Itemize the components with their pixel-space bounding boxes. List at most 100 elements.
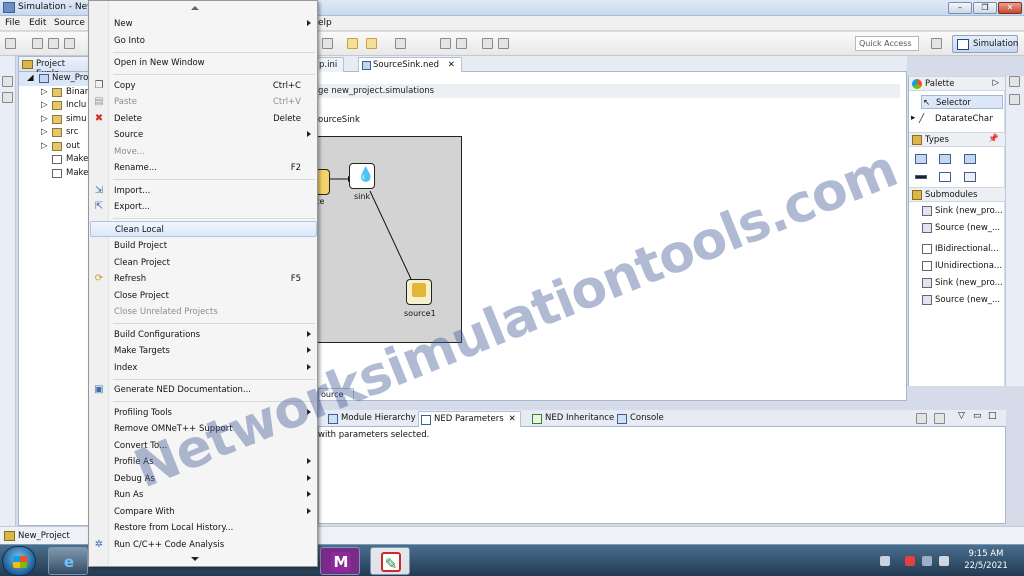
tab-ned-inheritance[interactable]: NED Inheritance [530, 411, 618, 427]
menu-item-import[interactable]: ⇲ Import... [90, 183, 317, 199]
nav-back-icon[interactable] [440, 38, 451, 49]
palette-submodule[interactable]: Source (new_... [921, 293, 1003, 307]
menu-item-restore-history[interactable]: Restore from Local History... [90, 520, 317, 536]
close-tab-icon[interactable]: ✕ [509, 414, 516, 424]
tree-item[interactable]: ▷ out [19, 140, 89, 154]
maximize-button[interactable]: ❐ [973, 2, 997, 14]
pin-icon[interactable] [482, 38, 493, 49]
compound-module-type-icon[interactable] [939, 154, 951, 164]
quick-access-input[interactable]: Quick Access [855, 36, 919, 51]
ned-canvas[interactable]: rce 💧 sink source1 [312, 136, 462, 343]
source-tab[interactable]: ource [318, 388, 354, 401]
menu-item-clean-project[interactable]: Clean Project [90, 255, 317, 271]
start-button[interactable] [2, 546, 36, 576]
tree-item[interactable]: Make [19, 167, 89, 181]
menu-item-clean-local[interactable]: Clean Local [90, 221, 317, 237]
menu-item-move[interactable]: Move... [90, 144, 317, 160]
restore-icon[interactable] [1009, 76, 1020, 87]
open-perspective-icon[interactable] [931, 38, 942, 49]
new-icon[interactable] [5, 38, 16, 49]
menu-item-profiling-tools[interactable]: Profiling Tools [90, 405, 317, 421]
tree-item[interactable]: ▷ Binar [19, 86, 89, 100]
pin-view-icon[interactable] [916, 413, 927, 424]
menu-item-debug-as[interactable]: Debug As [90, 471, 317, 487]
menu-item-index[interactable]: Index [90, 360, 317, 376]
save-icon[interactable] [32, 38, 43, 49]
print-icon[interactable] [64, 38, 75, 49]
pin-icon[interactable]: 📌 [988, 134, 999, 144]
tree-item[interactable]: ▷ simu [19, 113, 89, 127]
interface-type-icon[interactable] [939, 172, 951, 182]
menu-item-generate-ned-doc[interactable]: ▣ Generate NED Documentation... [90, 382, 317, 398]
tab-ned-parameters[interactable]: NED Parameters ✕ [418, 411, 521, 427]
go-to-icon[interactable] [934, 413, 945, 424]
tray-arrow-icon[interactable] [880, 556, 890, 566]
tree-item-project[interactable]: ◢ New_Pro [19, 72, 89, 86]
network-type-icon[interactable] [964, 154, 976, 164]
simple-module-type-icon[interactable] [915, 154, 927, 164]
tray-flag-icon[interactable] [922, 556, 932, 566]
taskbar-paint[interactable]: ✎ [370, 547, 410, 575]
project-explorer-tab[interactable]: Project Explo [19, 57, 89, 79]
menu-item-source[interactable]: Source [90, 127, 317, 143]
taskbar-app-m[interactable]: M [320, 547, 360, 575]
palette-header[interactable]: Palette ▷ [909, 76, 1005, 91]
palette-selector[interactable]: ↖ Selector [921, 95, 1003, 109]
menu-item-run-as[interactable]: Run As [90, 487, 317, 503]
palette-submodule[interactable]: IUnidirectiona... [921, 259, 1003, 273]
palette-submodule[interactable]: IBidirectional... [921, 242, 1003, 256]
minimize-view-icon[interactable]: ▭ [973, 411, 982, 421]
tree-item[interactable]: ▷ Inclu [19, 99, 89, 113]
tray-network-icon[interactable] [905, 556, 915, 566]
close-button[interactable]: ✕ [998, 2, 1022, 14]
menu-item-open-new-window[interactable]: Open in New Window [90, 55, 317, 71]
menu-item-new[interactable]: New [90, 16, 317, 32]
menu-item-paste[interactable]: ▤ Paste Ctrl+V [90, 94, 317, 110]
maximize-view-icon[interactable]: □ [988, 411, 997, 421]
palette-submodule[interactable]: Source (new_... [921, 221, 1003, 235]
save-all-icon[interactable] [48, 38, 59, 49]
menu-item-compare-with[interactable]: Compare With [90, 504, 317, 520]
outline-icon[interactable] [2, 92, 13, 103]
palette-submodule[interactable]: Sink (new_pro... [921, 204, 1003, 218]
view-menu-icon[interactable]: ▽ [958, 411, 965, 421]
menu-item-delete[interactable]: ✖ Delete Delete [90, 111, 317, 127]
menu-edit[interactable]: Edit [29, 18, 46, 28]
menu-item-build-configurations[interactable]: Build Configurations [90, 327, 317, 343]
menu-item-convert-to[interactable]: Convert To... [90, 438, 317, 454]
tree-item[interactable]: Make [19, 153, 89, 167]
simulation-perspective-button[interactable]: Simulation [952, 35, 1018, 53]
menu-item-rename[interactable]: Rename... F2 [90, 160, 317, 176]
close-tab-icon[interactable]: ✕ [448, 60, 455, 70]
submodules-header[interactable]: Submodules [909, 187, 1005, 202]
menu-item-build-project[interactable]: Build Project [90, 238, 317, 254]
prev-edit-icon[interactable] [366, 38, 377, 49]
minimize-button[interactable]: – [948, 2, 972, 14]
sink-module[interactable]: 💧 [349, 163, 375, 189]
run-icon[interactable] [322, 38, 333, 49]
tree-item[interactable]: ▷ src [19, 126, 89, 140]
palette-expand-icon[interactable]: ▷ [992, 78, 999, 88]
palette-connection[interactable]: ▸ ╱ DatarateChan... [911, 112, 993, 126]
menu-file[interactable]: File [5, 18, 20, 28]
tray-volume-icon[interactable] [939, 556, 949, 566]
menu-help[interactable]: elp [318, 18, 332, 28]
nav-forward-icon[interactable] [456, 38, 467, 49]
tab-console[interactable]: Console [615, 411, 668, 427]
menu-item-go-into[interactable]: Go Into [90, 33, 317, 49]
menu-item-close-unrelated[interactable]: Close Unrelated Projects [90, 304, 317, 320]
menu-item-refresh[interactable]: ⟳ Refresh F5 [90, 271, 317, 287]
view-icon[interactable] [1009, 94, 1020, 105]
menu-item-profile-as[interactable]: Profile As [90, 454, 317, 470]
forward-icon[interactable] [395, 38, 406, 49]
menu-item-remove-omnet-support[interactable]: Remove OMNeT++ Support [90, 421, 317, 437]
menu-item-make-targets[interactable]: Make Targets [90, 343, 317, 359]
channel-interface-type-icon[interactable] [964, 172, 976, 182]
menu-item-export[interactable]: ⇱ Export... [90, 199, 317, 215]
taskbar-ie[interactable]: e [48, 547, 88, 575]
tab-module-hierarchy[interactable]: Module Hierarchy [326, 411, 420, 427]
tool-icon[interactable] [498, 38, 509, 49]
scroll-up-icon[interactable] [191, 6, 199, 10]
clock[interactable]: 9:15 AM 22/5/2021 [958, 548, 1014, 572]
scroll-down-icon[interactable] [191, 557, 199, 561]
